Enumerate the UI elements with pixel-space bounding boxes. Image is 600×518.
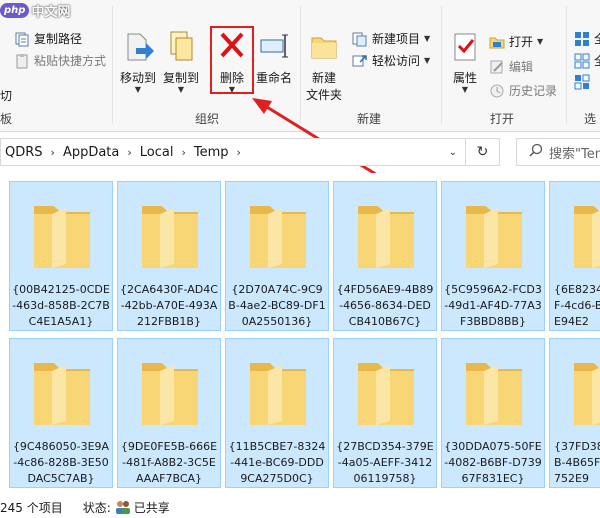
- folder-name: {9C486050-3E9A-4c86-828B-3E50DAC5C7AB}: [12, 440, 110, 485]
- status-bar: 245 个项目 状态: 已共享: [0, 496, 600, 518]
- folder-icon: [142, 206, 198, 268]
- shared-users-icon: [115, 500, 131, 514]
- folder-name: {00B42125-0CDE-463d-858B-2C7BC4E1A5A1}: [12, 283, 110, 328]
- search-placeholder: 搜索"Temp": [549, 146, 600, 162]
- refresh-icon: ↻: [476, 144, 489, 160]
- folder-name: {6E8234F-4cd6-BE94E2: [554, 283, 600, 328]
- address-bar[interactable]: QDRS › AppData › Local › Temp › ⌄: [0, 138, 466, 166]
- chevron-right-icon[interactable]: ›: [47, 146, 59, 159]
- state-label: 状态:: [82, 500, 111, 515]
- breadcrumb-qdrs[interactable]: QDRS: [1, 145, 47, 160]
- folder-name: {5C9596A2-FCD3-49d1-AF4D-77A3F3BBD8BB}: [444, 283, 542, 328]
- folder-item[interactable]: {2CA6430F-AD4C-42bb-A70E-493A212FBB1B}: [117, 181, 221, 331]
- chevron-right-icon[interactable]: ›: [177, 146, 189, 159]
- folder-item[interactable]: {27BCD354-379E-4a05-AEFF-341206119758}: [333, 338, 437, 488]
- refresh-button[interactable]: ↻: [466, 138, 500, 166]
- breadcrumb-appdata[interactable]: AppData: [59, 145, 123, 160]
- folder-item[interactable]: {5C9596A2-FCD3-49d1-AF4D-77A3F3BBD8BB}: [441, 181, 545, 331]
- folder-icon: [358, 206, 414, 268]
- folder-name: {30DDA075-50FE-4082-B6BF-D73967F831EC}: [444, 440, 542, 485]
- folder-item[interactable]: {2D70A74C-9C9B-4ae2-BC89-DF10A2550136}: [225, 181, 329, 331]
- breadcrumb-local[interactable]: Local: [136, 145, 178, 160]
- folder-item[interactable]: {4FD56AE9-4B89-4656-8634-DEDCB410B67C}: [333, 181, 437, 331]
- folder-name: {27BCD354-379E-4a05-AEFF-341206119758}: [336, 440, 434, 485]
- folder-name: {11B5CBE7-8324-441e-BC69-DDD9CA275D0C}: [228, 440, 326, 485]
- file-list: {00B42125-0CDE-463d-858B-2C7BC4E1A5A1} {…: [0, 173, 600, 495]
- folder-icon: [574, 206, 600, 268]
- folder-icon: [142, 363, 198, 425]
- folder-icon: [250, 206, 306, 268]
- folder-item[interactable]: {11B5CBE7-8324-441e-BC69-DDD9CA275D0C}: [225, 338, 329, 488]
- folder-icon: [250, 363, 306, 425]
- folder-icon: [466, 363, 522, 425]
- folder-item[interactable]: {37FD38B-4B65F752E9: [549, 338, 600, 488]
- folder-name: {9DE0FE5B-666E-481f-A8B2-3C5EAAAF7BCA}: [120, 440, 218, 485]
- folder-item[interactable]: {6E8234F-4cd6-BE94E2: [549, 181, 600, 331]
- folder-name: {2D70A74C-9C9B-4ae2-BC89-DF10A2550136}: [228, 283, 326, 328]
- chevron-right-icon[interactable]: ›: [123, 146, 135, 159]
- folder-icon: [34, 206, 90, 268]
- folder-name: {2CA6430F-AD4C-42bb-A70E-493A212FBB1B}: [120, 283, 218, 328]
- folder-icon: [34, 363, 90, 425]
- folder-item[interactable]: {9DE0FE5B-666E-481f-A8B2-3C5EAAAF7BCA}: [117, 338, 221, 488]
- folder-item[interactable]: {00B42125-0CDE-463d-858B-2C7BC4E1A5A1}: [9, 181, 113, 331]
- breadcrumb-temp[interactable]: Temp: [190, 145, 233, 160]
- folder-icon: [358, 363, 414, 425]
- folder-item[interactable]: {30DDA075-50FE-4082-B6BF-D73967F831EC}: [441, 338, 545, 488]
- shared-status: 已共享: [133, 500, 170, 515]
- search-icon: [529, 143, 543, 161]
- folder-name: {37FD38B-4B65F752E9: [554, 440, 600, 485]
- search-box[interactable]: 搜索"Temp": [516, 138, 600, 166]
- breadcrumb: QDRS › AppData › Local › Temp ›: [1, 145, 245, 160]
- folder-item[interactable]: {9C486050-3E9A-4c86-828B-3E50DAC5C7AB}: [9, 338, 113, 488]
- address-history-dropdown-icon[interactable]: ⌄: [449, 147, 457, 158]
- folder-name: {4FD56AE9-4B89-4656-8634-DEDCB410B67C}: [336, 283, 434, 328]
- chevron-right-icon[interactable]: ›: [233, 146, 245, 159]
- folder-icon: [466, 206, 522, 268]
- folder-icon: [574, 363, 600, 425]
- item-count: 245 个项目: [0, 500, 63, 515]
